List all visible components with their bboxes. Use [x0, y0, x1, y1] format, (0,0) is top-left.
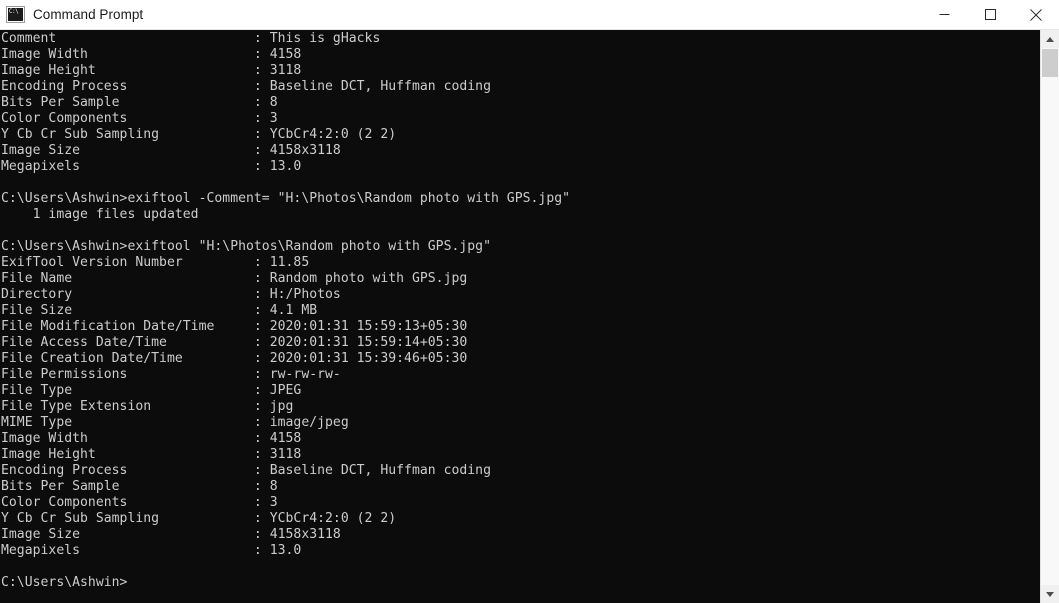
maximize-button[interactable]	[967, 0, 1013, 30]
scroll-down-arrow-icon[interactable]	[1041, 585, 1059, 603]
title-bar[interactable]: C:\ Command Prompt	[0, 0, 1059, 30]
title-bar-left: C:\ Command Prompt	[0, 0, 921, 29]
scroll-down-arrow-glyph	[1046, 591, 1054, 597]
minimize-button[interactable]	[921, 0, 967, 30]
vertical-scrollbar[interactable]	[1040, 30, 1059, 603]
console-icon-glyph: C:\	[9, 8, 19, 15]
window-title: Command Prompt	[33, 7, 144, 22]
maximize-icon	[984, 9, 996, 20]
console-icon: C:\	[7, 7, 24, 22]
scroll-up-arrow-glyph	[1046, 36, 1054, 42]
scrollbar-thumb[interactable]	[1042, 49, 1058, 77]
close-icon	[1030, 8, 1042, 21]
scrollbar-track[interactable]	[1041, 48, 1059, 585]
window-controls	[921, 0, 1059, 30]
scroll-up-arrow-icon[interactable]	[1041, 30, 1059, 48]
minimize-icon	[939, 14, 949, 15]
close-button[interactable]	[1013, 0, 1059, 30]
console-text: Comment : This is gHacks Image Width : 4…	[1, 31, 571, 590]
command-prompt-window: C:\ Command Prompt Comment: This is gHa…	[0, 0, 1059, 603]
console-output-area[interactable]: Comment : This is gHacks Image Width : 4…	[0, 30, 1040, 603]
